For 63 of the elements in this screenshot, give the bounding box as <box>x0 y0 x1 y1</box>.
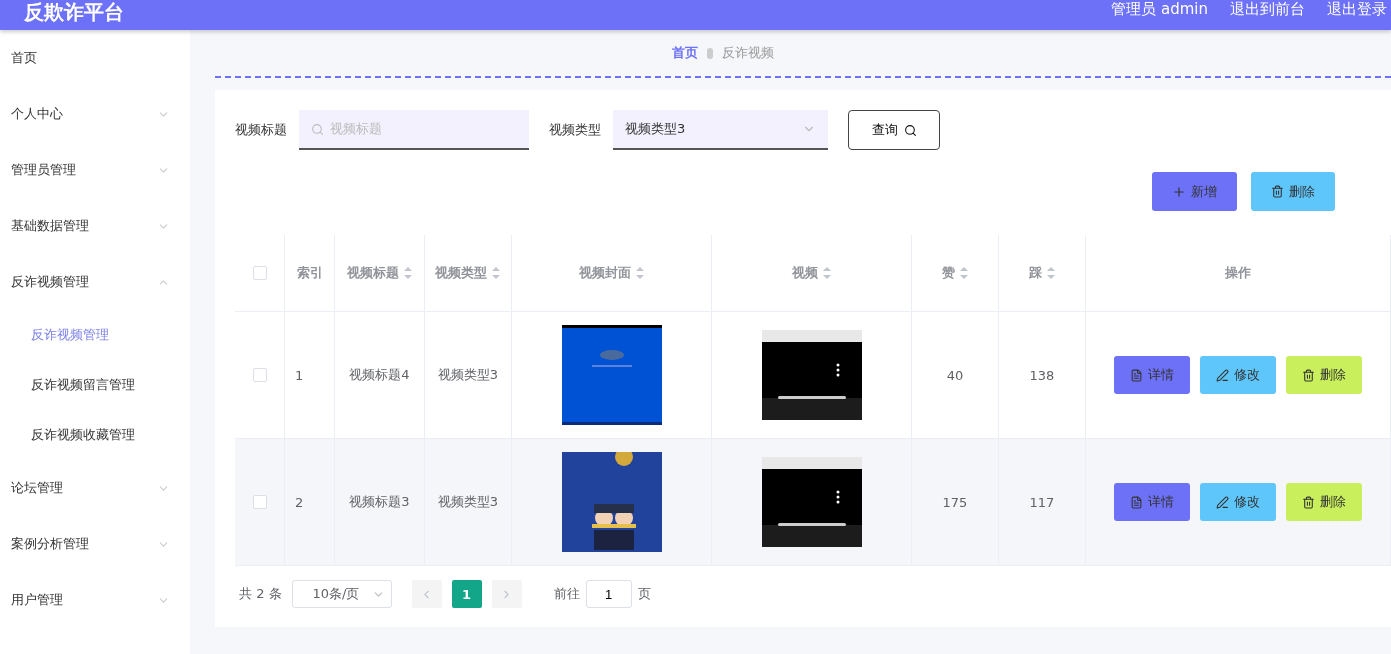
select-field[interactable]: 视频类型3 <box>613 110 828 150</box>
table-cell: 视频标题3 <box>349 493 410 511</box>
sidebar-item[interactable]: 管理员管理 <box>0 142 190 198</box>
sort-icon[interactable] <box>958 266 969 280</box>
table-cell: 40 <box>946 367 964 383</box>
sort-icon[interactable] <box>491 266 501 280</box>
trash-icon <box>1302 368 1315 382</box>
sidebar-item[interactable]: 首页 <box>0 30 190 86</box>
table-cell: 1 <box>295 367 304 383</box>
document-icon <box>1130 495 1143 509</box>
page-size-select[interactable]: 10条/页 <box>291 580 392 608</box>
delete-button[interactable]: 删除 <box>1251 172 1335 211</box>
total-count: 共 2 条 <box>239 585 282 603</box>
next-page-button[interactable] <box>491 580 522 608</box>
header-link[interactable]: 退出登录 <box>1327 0 1387 18</box>
breadcrumb-item: 反诈视频 <box>722 44 774 62</box>
edit-button[interactable]: 修改 <box>1200 356 1276 394</box>
table-cell: 138 <box>1029 367 1055 383</box>
table-cell: 175 <box>942 494 968 510</box>
query-button[interactable]: 查询 <box>848 110 940 150</box>
app-title: 反欺诈平台 <box>24 0 124 24</box>
separator-icon <box>706 46 714 60</box>
checkbox[interactable] <box>252 266 267 280</box>
header-link[interactable]: 退出到前台 <box>1230 0 1305 18</box>
table-cell: 视频类型3 <box>437 493 499 511</box>
sort-icon[interactable] <box>821 266 832 280</box>
sort-icon[interactable] <box>634 266 645 280</box>
table-cell: 视频类型3 <box>437 366 499 384</box>
checkbox[interactable] <box>252 368 267 382</box>
search-icon <box>311 122 324 136</box>
sort-icon[interactable] <box>402 266 413 280</box>
sidebar-item[interactable]: 案例分析管理 <box>0 516 190 572</box>
pen-icon <box>1216 495 1229 509</box>
sidebar-subitem[interactable]: 反诈视频管理 <box>0 310 190 360</box>
table-cell: 2 <box>295 494 304 510</box>
sidebar-subitem[interactable]: 反诈视频留言管理 <box>0 360 190 410</box>
page-suffix: 页 <box>637 585 651 603</box>
table-cell: 视频标题4 <box>349 366 410 384</box>
delete-button[interactable]: 删除 <box>1286 483 1362 521</box>
sidebar-item[interactable]: 用户管理 <box>0 572 190 628</box>
sidebar-item[interactable]: 反诈视频管理 <box>0 254 190 310</box>
previous-page-button[interactable] <box>411 580 442 608</box>
sidebar-item[interactable]: 基础数据管理 <box>0 198 190 254</box>
sidebar-subitem[interactable]: 反诈视频收藏管理 <box>0 410 190 460</box>
goto-label: 前往 <box>553 585 580 603</box>
search-icon <box>903 123 917 137</box>
header-link[interactable]: 管理员 admin <box>1111 0 1208 18</box>
pen-icon <box>1216 368 1229 382</box>
document-icon <box>1130 368 1143 382</box>
edit-button[interactable]: 修改 <box>1200 483 1276 521</box>
filter-label: 视频标题 <box>235 121 287 139</box>
trash-icon <box>1302 495 1315 509</box>
filter-label: 视频类型 <box>549 121 601 139</box>
breadcrumb-item[interactable]: 首页 <box>672 44 698 62</box>
sort-icon[interactable] <box>1045 266 1056 280</box>
table-cell: 117 <box>1029 494 1055 510</box>
trash-icon <box>1271 185 1284 198</box>
sidebar-item[interactable]: 个人中心 <box>0 86 190 142</box>
page-input[interactable]: 1 <box>585 580 632 608</box>
plus-icon <box>1172 184 1186 199</box>
delete-button[interactable]: 删除 <box>1286 356 1362 394</box>
checkbox[interactable] <box>252 495 267 509</box>
sidebar-item[interactable]: 论坛管理 <box>0 460 190 516</box>
